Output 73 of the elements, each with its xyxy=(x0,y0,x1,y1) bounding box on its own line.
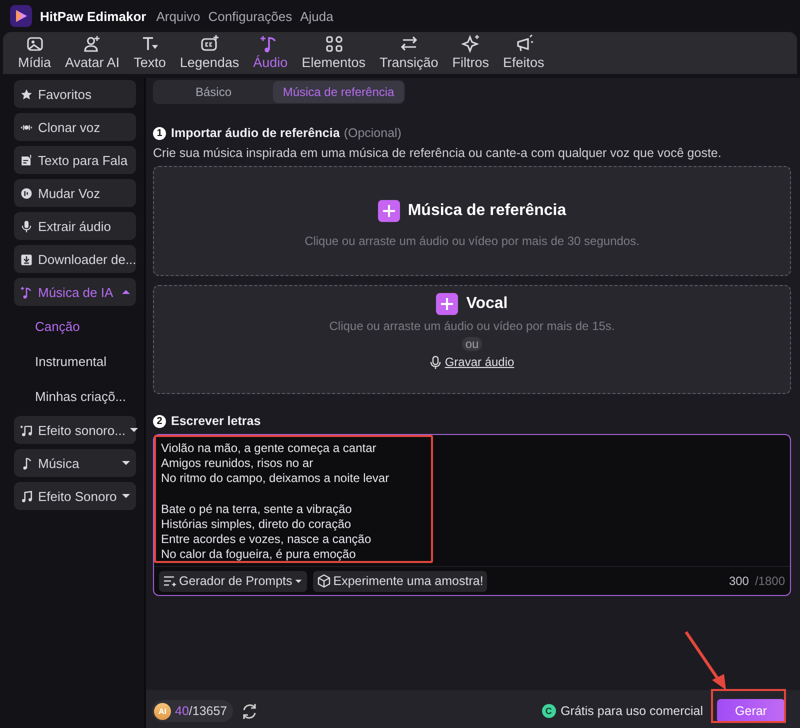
toolbar-tab[interactable]: Avatar AI xyxy=(58,34,127,74)
credits-used: 40 xyxy=(175,704,189,718)
step-title: Escrever letras xyxy=(171,414,261,428)
microphone-icon xyxy=(20,220,33,232)
plus-icon xyxy=(436,293,458,315)
sparkle-icon xyxy=(460,34,481,54)
generate-button[interactable]: Gerar xyxy=(717,699,785,723)
voice-icon xyxy=(20,186,33,200)
step-number: 2 xyxy=(153,414,166,428)
drop-title: Música de referência xyxy=(408,202,566,220)
music-note-icon xyxy=(20,286,33,298)
step-number: 1 xyxy=(153,126,166,140)
captions-icon xyxy=(200,34,220,54)
sidebar-item[interactable]: Texto para Fala xyxy=(14,146,136,174)
menu-item[interactable]: Arquivo xyxy=(156,8,200,24)
character-limit: /1800 xyxy=(754,574,785,588)
music-notes-icon xyxy=(20,424,33,436)
toolbar-tab[interactable]: Legendas xyxy=(172,34,246,74)
plus-icon xyxy=(378,200,400,222)
menu-item[interactable]: Configurações xyxy=(208,8,292,24)
optional-note: (Opcional) xyxy=(344,126,402,140)
person-plus-icon xyxy=(82,34,102,54)
app-logo xyxy=(10,5,32,27)
sidebar-item[interactable]: Mudar Voz xyxy=(14,179,136,207)
toolbar-tab[interactable]: Efeitos xyxy=(496,34,552,74)
drop-title: Vocal xyxy=(466,295,508,313)
sidebar-subitem[interactable]: Canção xyxy=(14,311,136,341)
sidebar-item[interactable]: Downloader de... xyxy=(14,245,136,273)
step-description: Crie sua música inspirada em uma música de referência ou cante-a com qualquer voz que você goste. xyxy=(153,146,722,160)
sidebar-subitem[interactable]: Instrumental xyxy=(14,346,136,376)
record-audio-link[interactable]: Gravar áudio xyxy=(444,355,514,369)
drop-hint: Clique ou arraste um áudio ou vídeo por mais de 30 segundos. xyxy=(304,234,640,248)
character-count: 300 xyxy=(728,574,749,588)
sidebar-subitem[interactable]: Minhas criaçõ... xyxy=(14,381,136,411)
coin-icon: AI xyxy=(154,702,171,720)
sidebar-item[interactable]: Clonar voz xyxy=(14,113,136,141)
prompt-generator-button[interactable]: Gerador de Prompts xyxy=(159,570,308,592)
star-icon xyxy=(20,88,33,100)
app-name: HitPaw Edimakor xyxy=(40,8,146,24)
sidebar-item[interactable]: Favoritos xyxy=(14,80,136,108)
reference-drop-zone[interactable]: Música de referência Clique ou arraste um áudio ou vídeo por mais de 30 segundos. xyxy=(153,166,791,276)
document-icon xyxy=(20,154,33,166)
mode-tab[interactable]: Básico xyxy=(154,81,274,103)
or-separator: ou xyxy=(462,337,482,351)
vocal-drop-zone[interactable]: Vocal Clique ou arraste um áudio ou vídeo por mais de 15s. ou Gravar áudio xyxy=(153,285,791,394)
sidebar-item[interactable]: Efeito sonoro... xyxy=(14,416,136,444)
drop-hint: Clique ou arraste um áudio ou vídeo por mais de 15s. xyxy=(329,319,615,333)
toolbar-tab[interactable]: Transição xyxy=(372,34,446,74)
download-icon xyxy=(20,252,33,266)
media-icon xyxy=(24,34,44,54)
mode-tab[interactable]: Música de referência xyxy=(273,81,404,103)
toolbar-tab[interactable]: Mídia xyxy=(11,34,58,74)
step-title: Importar áudio de referência xyxy=(171,126,340,140)
refresh-icon[interactable] xyxy=(241,702,258,720)
sidebar-item[interactable]: Música xyxy=(14,449,136,477)
credits-total: /13657 xyxy=(188,704,228,718)
microphone-icon xyxy=(430,356,441,368)
toolbar-tab[interactable]: Texto xyxy=(126,34,173,74)
sidebar-item[interactable]: Efeito Sonoro xyxy=(14,482,136,510)
music-notes-icon xyxy=(20,490,33,502)
sidebar-item[interactable]: Extrair áudio xyxy=(14,212,136,240)
menu-item[interactable]: Ajuda xyxy=(300,8,334,24)
toolbar-tab[interactable]: Filtros xyxy=(445,34,496,74)
list-sparkle-icon xyxy=(163,574,177,588)
license-text: Grátis para uso comercial xyxy=(560,704,703,718)
toolbar-tab[interactable]: Áudio xyxy=(246,34,295,74)
toolbar-tab[interactable]: Elementos xyxy=(294,34,372,74)
cube-icon xyxy=(317,574,332,588)
shapes-icon xyxy=(324,34,344,54)
sample-button[interactable]: Experimente uma amostra! xyxy=(313,570,488,592)
license-badge: C xyxy=(542,704,556,718)
sidebar-item[interactable]: Música de IA xyxy=(14,278,136,306)
lyrics-field[interactable]: Violão na mão, a gente começa a cantar Amigos reunidos, risos no ar No ritmo do campo, deixamos a noite levar Bate o pé na terra, sente a vibração Histórias simples, direto do coração Entre acordes e vozes, nasce a canção No calor da fogueira, é pura emoção xyxy=(154,435,433,563)
